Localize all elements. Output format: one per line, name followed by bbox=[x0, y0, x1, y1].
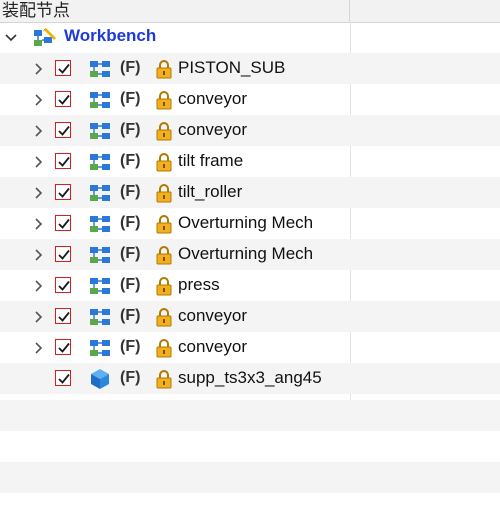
tree-row[interactable]: (F) conveyor bbox=[0, 84, 500, 115]
chevron-right-icon[interactable] bbox=[32, 124, 46, 138]
chevron-right-icon[interactable] bbox=[32, 248, 46, 262]
visibility-checkbox[interactable] bbox=[55, 246, 71, 262]
chevron-right-icon[interactable] bbox=[32, 217, 46, 231]
node-label[interactable]: conveyor bbox=[178, 89, 247, 109]
tree-row[interactable]: (F) conveyor bbox=[0, 301, 500, 332]
node-label[interactable]: Overturning Mech bbox=[178, 244, 313, 264]
lock-icon bbox=[156, 122, 172, 146]
lock-icon bbox=[156, 60, 172, 84]
flag-label: (F) bbox=[120, 307, 141, 324]
assembly-icon bbox=[89, 59, 113, 84]
node-label[interactable]: PISTON_SUB bbox=[178, 58, 285, 78]
tree-children: (F) PISTON_SUB (F) conveyor (F) conveyor (F) ti… bbox=[0, 53, 500, 394]
assembly-icon bbox=[89, 338, 113, 363]
lock-icon bbox=[156, 91, 172, 115]
flag-label: (F) bbox=[120, 338, 141, 355]
node-label[interactable]: conveyor bbox=[178, 337, 247, 357]
column-header-assembly-node[interactable]: 装配节点 bbox=[0, 0, 350, 22]
visibility-checkbox[interactable] bbox=[55, 184, 71, 200]
tree-row[interactable]: (F) supp_ts3x3_ang45 bbox=[0, 363, 500, 394]
visibility-checkbox[interactable] bbox=[55, 91, 71, 107]
lock-icon bbox=[156, 339, 172, 363]
lock-icon bbox=[156, 215, 172, 239]
visibility-checkbox[interactable] bbox=[55, 153, 71, 169]
tree-row[interactable]: (F) tilt frame bbox=[0, 146, 500, 177]
node-label[interactable]: conveyor bbox=[178, 306, 247, 326]
assembly-icon bbox=[89, 276, 113, 301]
flag-label: (F) bbox=[120, 214, 141, 231]
assembly-tree: Workbench (F) PISTON_SUB (F) conveyor (F) con… bbox=[0, 22, 500, 394]
assembly-icon bbox=[89, 307, 113, 332]
part-cube-icon bbox=[89, 368, 111, 395]
visibility-checkbox[interactable] bbox=[55, 308, 71, 324]
flag-label: (F) bbox=[120, 369, 141, 386]
chevron-down-icon[interactable] bbox=[4, 31, 18, 45]
tree-row[interactable]: (F) conveyor bbox=[0, 332, 500, 363]
tree-row[interactable]: (F) PISTON_SUB bbox=[0, 53, 500, 84]
flag-label: (F) bbox=[120, 90, 141, 107]
assembly-pencil-icon bbox=[32, 26, 58, 53]
assembly-icon bbox=[89, 183, 113, 208]
lock-icon bbox=[156, 308, 172, 332]
tree-root-row[interactable]: Workbench bbox=[0, 22, 500, 53]
flag-label: (F) bbox=[120, 276, 141, 293]
chevron-right-icon[interactable] bbox=[32, 279, 46, 293]
column-header: 装配节点 bbox=[0, 0, 500, 23]
assembly-icon bbox=[89, 152, 113, 177]
lock-icon bbox=[156, 184, 172, 208]
visibility-checkbox[interactable] bbox=[55, 215, 71, 231]
chevron-right-icon[interactable] bbox=[32, 93, 46, 107]
node-label[interactable]: conveyor bbox=[178, 120, 247, 140]
node-label[interactable]: tilt_roller bbox=[178, 182, 242, 202]
lock-icon bbox=[156, 246, 172, 270]
visibility-checkbox[interactable] bbox=[55, 370, 71, 386]
chevron-right-icon[interactable] bbox=[32, 341, 46, 355]
assembly-icon bbox=[89, 214, 113, 239]
visibility-checkbox[interactable] bbox=[55, 339, 71, 355]
chevron-right-icon[interactable] bbox=[32, 186, 46, 200]
tree-row[interactable]: (F) tilt_roller bbox=[0, 177, 500, 208]
assembly-icon bbox=[89, 90, 113, 115]
lock-icon bbox=[156, 277, 172, 301]
flag-label: (F) bbox=[120, 121, 141, 138]
chevron-right-icon[interactable] bbox=[32, 310, 46, 324]
column-header-title: 装配节点 bbox=[2, 1, 70, 20]
tree-row[interactable]: (F) press bbox=[0, 270, 500, 301]
flag-label: (F) bbox=[120, 152, 141, 169]
flag-label: (F) bbox=[120, 183, 141, 200]
lock-icon bbox=[156, 370, 172, 394]
chevron-right-icon[interactable] bbox=[32, 62, 46, 76]
visibility-checkbox[interactable] bbox=[55, 277, 71, 293]
assembly-icon bbox=[89, 121, 113, 146]
visibility-checkbox[interactable] bbox=[55, 60, 71, 76]
chevron-right-icon[interactable] bbox=[32, 155, 46, 169]
empty-row-stripe bbox=[0, 400, 500, 431]
tree-row[interactable]: (F) Overturning Mech bbox=[0, 239, 500, 270]
node-label[interactable]: press bbox=[178, 275, 220, 295]
node-label[interactable]: tilt frame bbox=[178, 151, 243, 171]
visibility-checkbox[interactable] bbox=[55, 122, 71, 138]
lock-icon bbox=[156, 153, 172, 177]
tree-root-label[interactable]: Workbench bbox=[64, 26, 156, 46]
flag-label: (F) bbox=[120, 59, 141, 76]
assembly-icon bbox=[89, 245, 113, 270]
node-label[interactable]: supp_ts3x3_ang45 bbox=[178, 368, 322, 388]
node-label[interactable]: Overturning Mech bbox=[178, 213, 313, 233]
tree-row[interactable]: (F) conveyor bbox=[0, 115, 500, 146]
tree-row[interactable]: (F) Overturning Mech bbox=[0, 208, 500, 239]
empty-row-stripe bbox=[0, 462, 500, 493]
flag-label: (F) bbox=[120, 245, 141, 262]
